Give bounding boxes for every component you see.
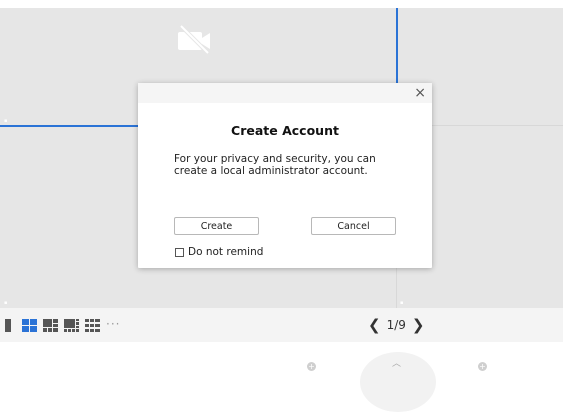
dialog-title: Create Account bbox=[231, 123, 339, 138]
do-not-remind-label[interactable]: Do not remind bbox=[188, 246, 263, 258]
create-account-dialog: × Create Account For your privacy and se… bbox=[138, 83, 432, 268]
4-grid-layout-icon[interactable] bbox=[22, 319, 37, 332]
do-not-remind-checkbox[interactable] bbox=[175, 247, 184, 257]
tile-label: ▪ bbox=[4, 300, 8, 306]
tile-label: ▪ bbox=[4, 118, 8, 124]
page-navigator: ❮ 1/9 ❯ bbox=[368, 317, 424, 333]
dialog-message: For your privacy and security, you can c… bbox=[174, 153, 376, 177]
more-layouts-icon[interactable]: ··· bbox=[106, 318, 120, 330]
cancel-button[interactable]: Cancel bbox=[311, 217, 396, 235]
single-layout-icon[interactable] bbox=[5, 319, 11, 332]
bottom-toolbar: ··· ❮ 1/9 ❯ bbox=[0, 308, 563, 342]
chevron-up-icon[interactable]: ︿ bbox=[392, 356, 401, 369]
6-split-layout-icon[interactable] bbox=[43, 319, 58, 332]
dialog-header: × bbox=[138, 83, 432, 103]
create-button[interactable]: Create bbox=[174, 217, 259, 235]
9-grid-layout-icon[interactable] bbox=[85, 319, 100, 332]
do-not-remind-row: Do not remind bbox=[175, 246, 263, 258]
close-icon[interactable]: × bbox=[414, 85, 426, 101]
page-indicator: 1/9 bbox=[386, 318, 406, 332]
next-page-icon[interactable]: ❯ bbox=[412, 317, 425, 333]
camera-off-icon bbox=[178, 24, 210, 54]
8-split-layout-icon[interactable] bbox=[64, 319, 79, 332]
tile-label: ▪ bbox=[400, 300, 404, 306]
prev-page-icon[interactable]: ❮ bbox=[368, 317, 381, 333]
